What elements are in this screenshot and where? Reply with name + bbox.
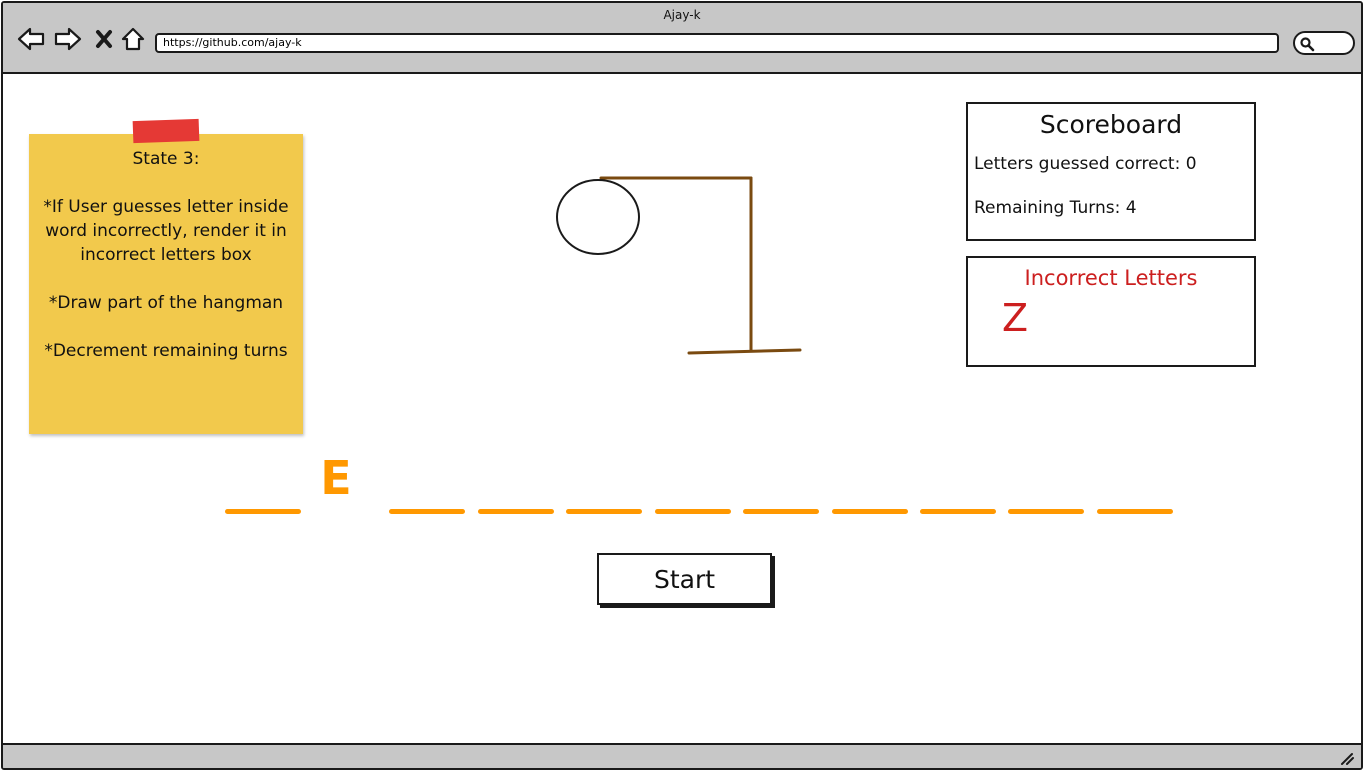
letter-slot xyxy=(1097,448,1173,514)
browser-titlebar: Ajay-k https://github.com/ajay-k xyxy=(3,3,1361,74)
letter-slot xyxy=(832,448,908,514)
home-button[interactable] xyxy=(118,25,148,53)
remaining-turns-count: Remaining Turns: 4 xyxy=(974,198,1137,218)
letter-slot xyxy=(389,448,465,514)
revealed-letter: E xyxy=(320,451,352,505)
back-button[interactable] xyxy=(16,25,46,53)
start-button[interactable]: Start xyxy=(597,553,772,605)
letter-slot xyxy=(1008,448,1084,514)
incorrect-letters-box: Incorrect Letters Z xyxy=(966,256,1256,367)
back-arrow-icon xyxy=(17,27,45,51)
word-slots: E xyxy=(225,448,1185,518)
note-heading: State 3: xyxy=(132,149,200,169)
incorrect-letter: Z xyxy=(1002,296,1029,340)
scoreboard-title: Scoreboard xyxy=(1039,110,1183,139)
browser-statusbar xyxy=(3,743,1361,768)
letter-slot xyxy=(566,448,642,514)
sticky-note: State 3: *If User guesses letter inside … xyxy=(29,134,303,434)
resize-grip-icon[interactable] xyxy=(1339,751,1355,765)
hangman-head xyxy=(556,179,640,255)
home-icon xyxy=(121,27,145,51)
window-title: Ajay-k xyxy=(663,8,701,22)
stop-button[interactable] xyxy=(89,25,119,53)
note-item: *Decrement remaining turns xyxy=(44,341,288,361)
note-item: *Draw part of the hangman xyxy=(48,293,284,313)
search-icon xyxy=(1300,37,1315,52)
letters-correct-count: Letters guessed correct: 0 xyxy=(974,154,1197,174)
letter-slot xyxy=(920,448,996,514)
gallows-base xyxy=(687,348,802,355)
letter-slot xyxy=(743,448,819,514)
forward-button[interactable] xyxy=(53,25,83,53)
incorrect-letters-title: Incorrect Letters xyxy=(1024,266,1198,290)
forward-arrow-icon xyxy=(54,27,82,51)
sticky-note-text: State 3: *If User guesses letter inside … xyxy=(29,147,303,387)
close-icon xyxy=(96,30,112,48)
browser-window: Ajay-k https://github.com/ajay-k State 3… xyxy=(1,1,1363,770)
letter-slot xyxy=(655,448,731,514)
scoreboard: Scoreboard Letters guessed correct: 0 Re… xyxy=(966,102,1256,241)
note-tape xyxy=(132,118,200,144)
letter-slot: E xyxy=(298,448,374,514)
letter-slot xyxy=(225,448,301,514)
note-item: *If User guesses letter inside word inco… xyxy=(43,197,289,265)
url-bar[interactable]: https://github.com/ajay-k xyxy=(155,33,1279,53)
letter-slot xyxy=(478,448,554,514)
hangman-drawing xyxy=(556,176,802,355)
search-field[interactable] xyxy=(1293,31,1355,55)
